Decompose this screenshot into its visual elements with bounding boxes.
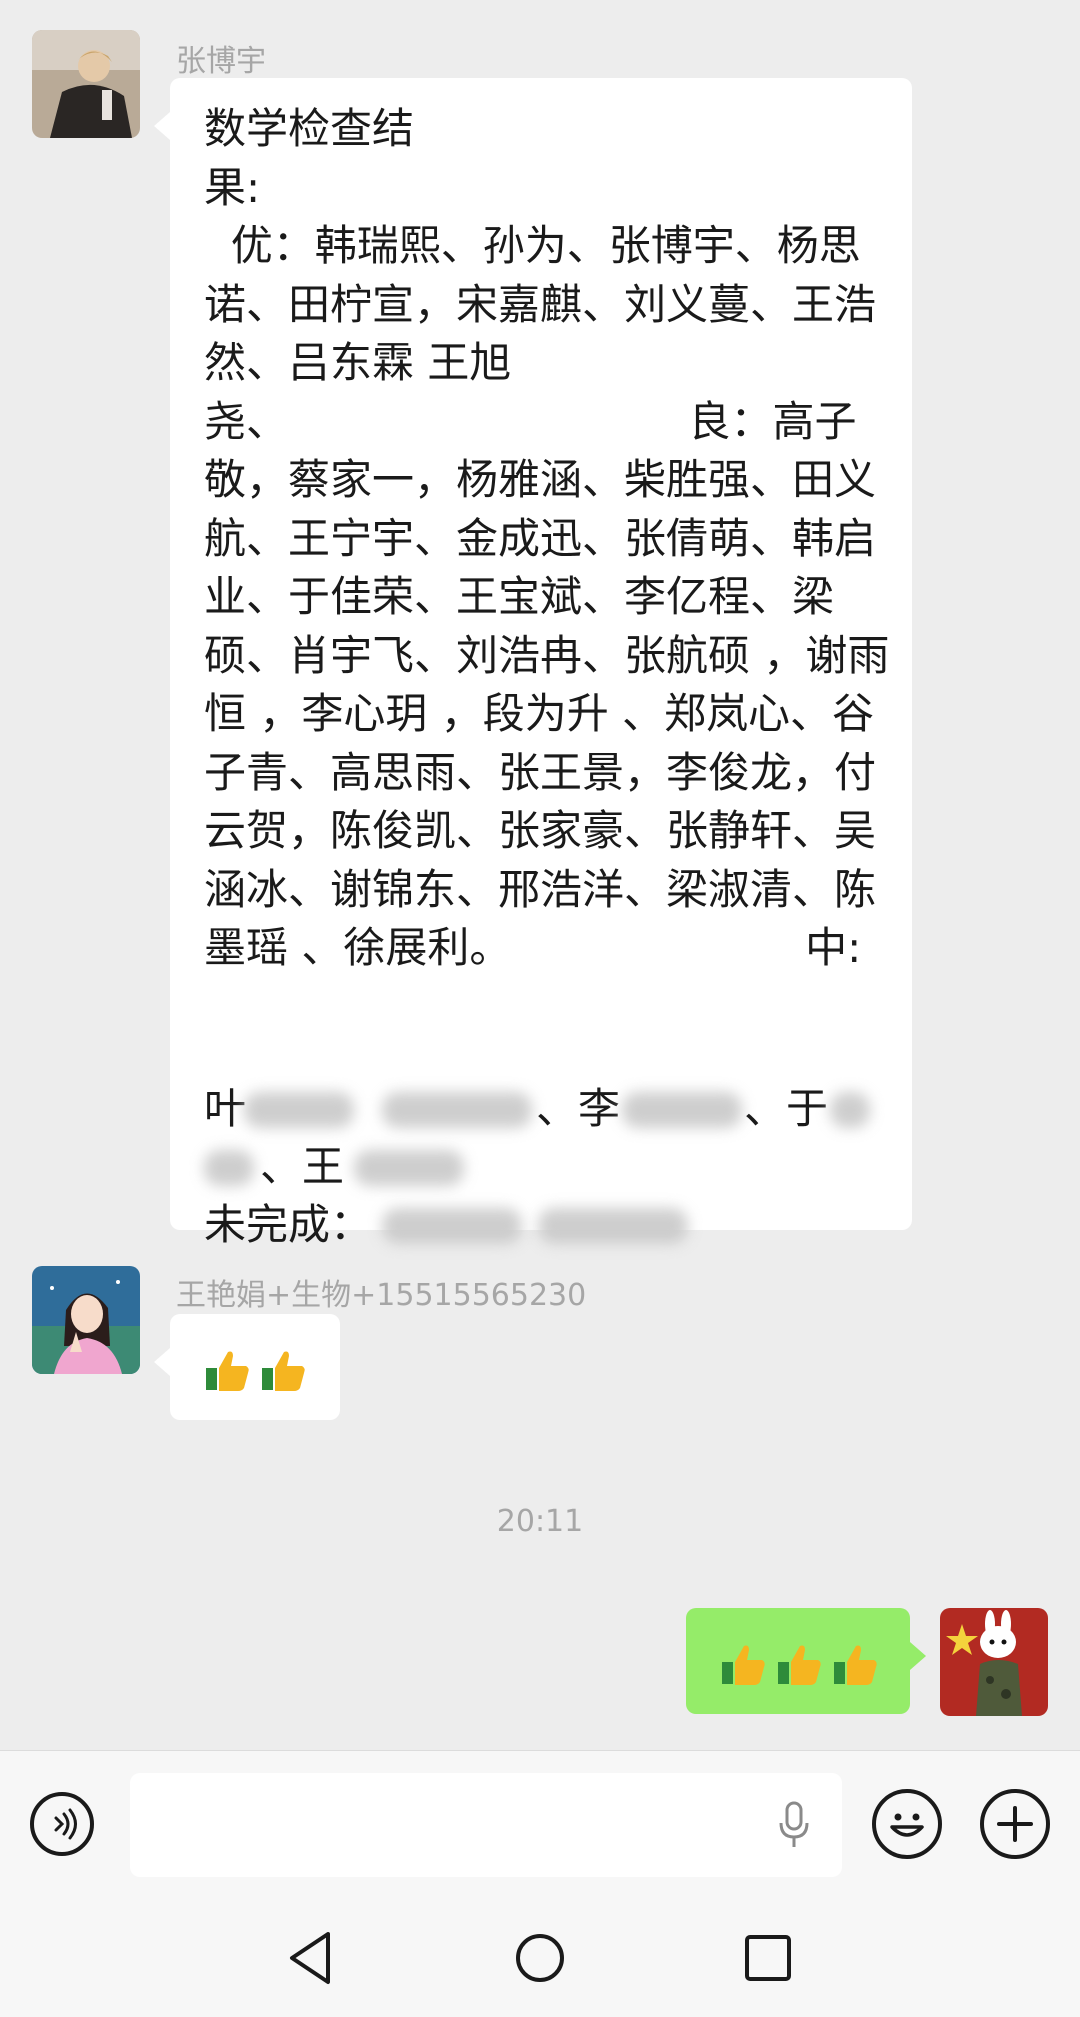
plus-icon xyxy=(997,1806,1033,1842)
microphone-icon[interactable] xyxy=(774,1797,814,1853)
message-text-fragment: 、王 xyxy=(260,1142,345,1191)
sender-name: 张博宇 xyxy=(176,44,266,79)
thumbs-up-icon xyxy=(262,1351,305,1391)
redacted-lines: 叶 、李 、于 、王 未完成： xyxy=(204,1080,894,1254)
emoji-icon xyxy=(890,1813,924,1837)
redacted-name xyxy=(244,1092,354,1128)
thumbs-up-icon xyxy=(834,1645,877,1685)
redacted-name xyxy=(382,1208,522,1244)
avatar-image xyxy=(32,1266,140,1374)
thumbs-up-icon xyxy=(722,1645,765,1685)
avatar-image xyxy=(32,30,140,138)
avatar-wang-yanjuan[interactable] xyxy=(32,1266,140,1374)
emoji-row xyxy=(720,1640,880,1688)
plus-button[interactable] xyxy=(980,1789,1050,1859)
incomplete-label: 未完成： xyxy=(204,1200,373,1249)
redacted-name xyxy=(204,1150,254,1186)
message-bubble-sent[interactable] xyxy=(686,1608,926,1714)
message-bubble[interactable] xyxy=(154,1314,340,1420)
voice-button[interactable] xyxy=(30,1792,94,1856)
redacted-name xyxy=(354,1150,464,1186)
recent-apps-icon[interactable] xyxy=(738,1928,798,1988)
thumbs-up-icon xyxy=(778,1645,821,1685)
message-text-fragment: 、李 xyxy=(536,1084,621,1133)
avatar-image xyxy=(940,1608,1048,1716)
back-icon[interactable] xyxy=(282,1928,342,1988)
sender-name: 王艳娟+生物+15515565230 xyxy=(176,1278,587,1313)
message-input[interactable] xyxy=(130,1773,842,1877)
home-icon[interactable] xyxy=(510,1928,570,1988)
voice-icon xyxy=(54,1808,77,1840)
redacted-name xyxy=(382,1092,532,1128)
avatar-zhang-boyu[interactable] xyxy=(32,30,140,138)
message-text: 数学检查结 果: 优：韩瑞熙、孙为、张博宇、杨思诺、田柠宣，宋嘉麒、刘义蔓、王浩… xyxy=(204,104,890,972)
emoji-button[interactable] xyxy=(872,1789,942,1859)
message-bubble[interactable]: 数学检查结 果: 优：韩瑞熙、孙为、张博宇、杨思诺、田柠宣，宋嘉麒、刘义蔓、王浩… xyxy=(154,78,912,1249)
message-text-fragment: 叶 xyxy=(204,1084,247,1133)
redacted-name xyxy=(538,1208,688,1244)
chat-area[interactable]: 张博宇 数学检查结 果: 优：韩瑞熙、孙为、张博宇、杨思诺、田柠宣，宋嘉麒、刘义… xyxy=(0,0,1080,1750)
redacted-name xyxy=(830,1092,870,1128)
message-text-fragment: 、于 xyxy=(744,1084,829,1133)
navigation-bar xyxy=(0,1898,1080,2017)
timestamp: 20:11 xyxy=(496,1504,584,1539)
input-bar xyxy=(0,1750,1080,1898)
avatar-self[interactable] xyxy=(940,1608,1048,1716)
redacted-name xyxy=(622,1092,742,1128)
emoji-row xyxy=(204,1346,308,1394)
thumbs-up-icon xyxy=(206,1351,249,1391)
